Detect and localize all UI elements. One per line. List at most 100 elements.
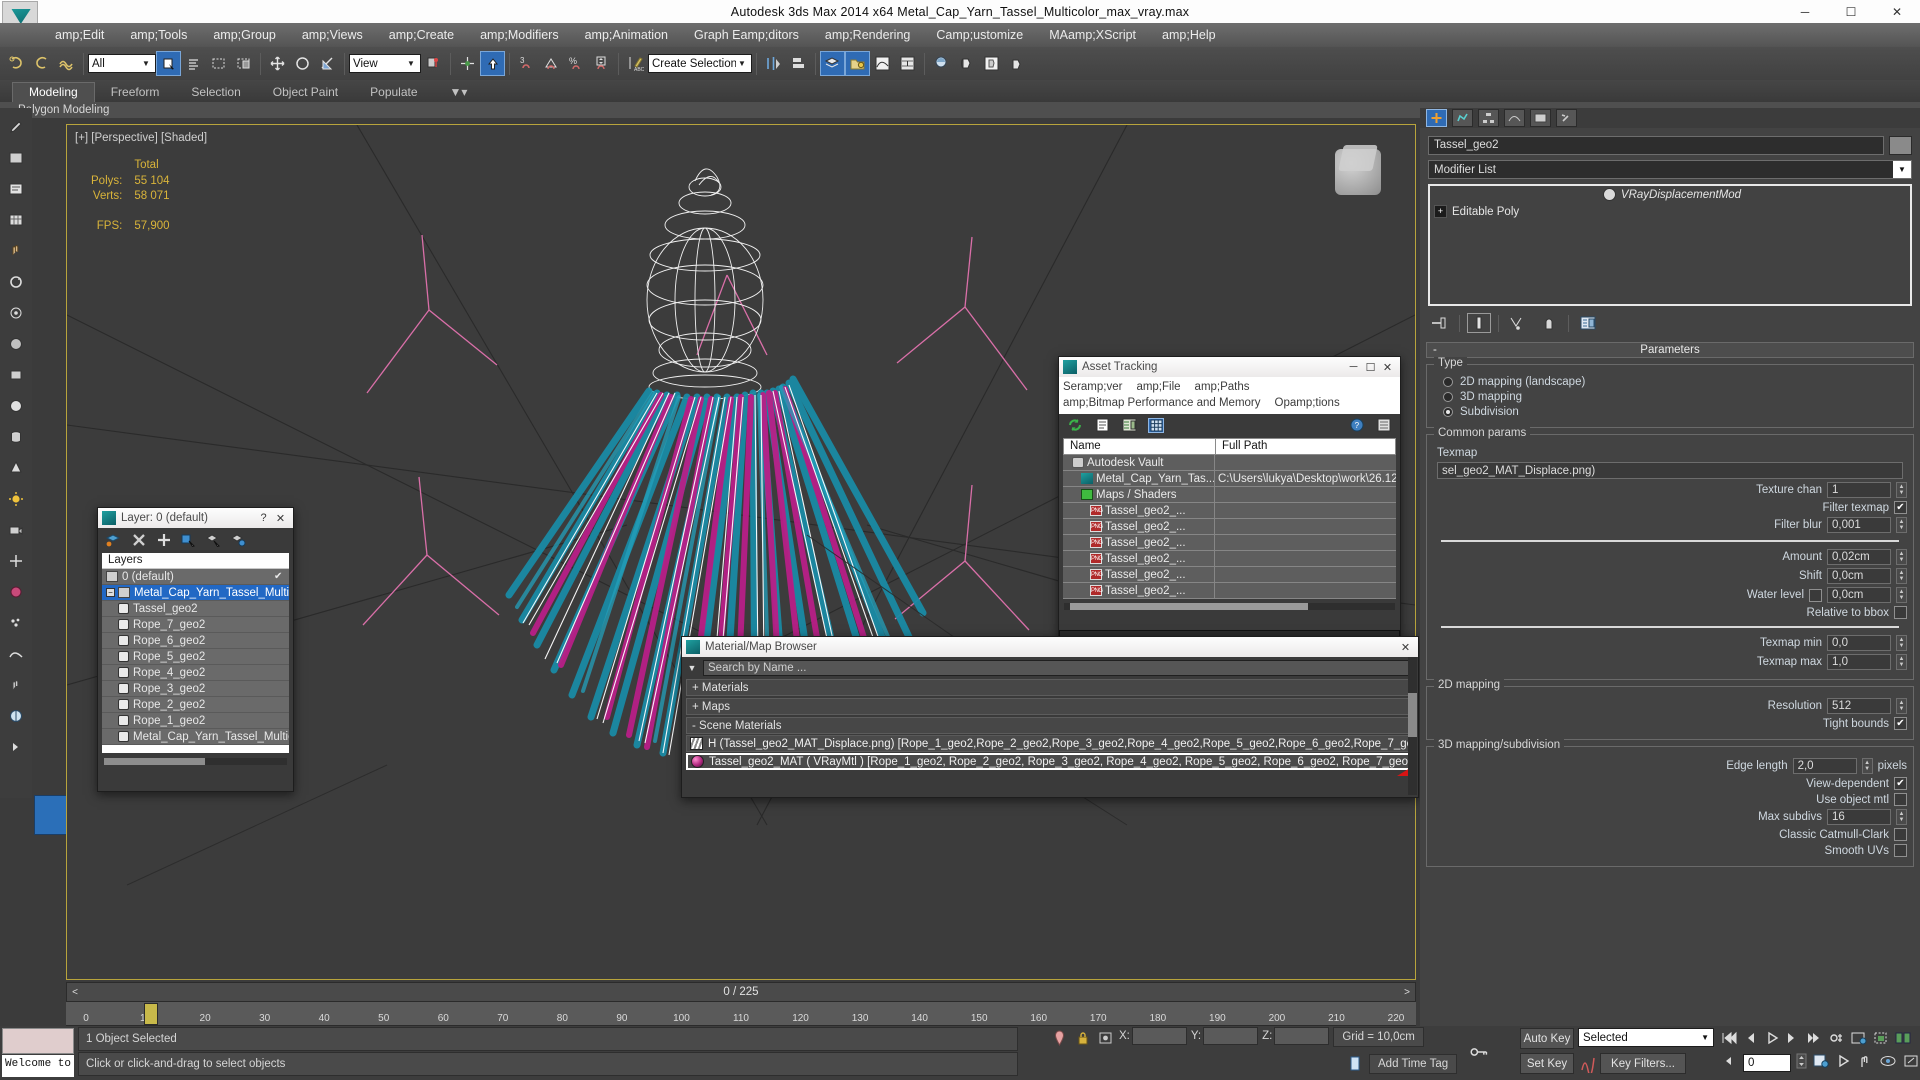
tool-rotate-icon[interactable] bbox=[3, 269, 29, 295]
modifier-stack-entry[interactable]: VRayDisplacementMod bbox=[1430, 186, 1910, 203]
material-editor-icon[interactable] bbox=[929, 51, 954, 76]
menu-item-2[interactable]: amp;Group bbox=[200, 25, 289, 45]
material-map-browser[interactable]: Material/Map Browser ✕ ▼ Search by Name … bbox=[681, 636, 1419, 798]
snaps-toggle-icon[interactable]: 3 bbox=[514, 51, 539, 76]
tool-compass-icon[interactable] bbox=[3, 703, 29, 729]
z-coordinate[interactable]: Z: bbox=[1262, 1027, 1330, 1045]
select-link-icon[interactable] bbox=[54, 51, 79, 76]
type-radio[interactable]: Subdivision bbox=[1443, 406, 1907, 418]
layer-row[interactable]: Rope_6_geo2 bbox=[102, 633, 289, 649]
key-mode-toggle-icon[interactable] bbox=[1828, 1030, 1846, 1049]
field-value[interactable]: 16 bbox=[1827, 809, 1891, 825]
material-group-materials[interactable]: + Materials bbox=[686, 679, 1414, 696]
x-value[interactable] bbox=[1131, 1027, 1187, 1045]
rectangular-selection-region-icon[interactable] bbox=[206, 51, 231, 76]
tool-sphere-icon[interactable] bbox=[3, 331, 29, 357]
tool-spacewarp-icon[interactable] bbox=[3, 641, 29, 667]
asset-row[interactable]: PNG Tassel_geo2_... bbox=[1063, 519, 1396, 535]
select-objects-in-layer-icon[interactable] bbox=[181, 533, 196, 548]
layer-active-check[interactable]: ✔ bbox=[274, 571, 285, 582]
spinner-icon[interactable]: ▲ ▼ bbox=[1896, 568, 1907, 584]
key-step-icon[interactable] bbox=[1720, 1053, 1738, 1072]
menu-item-4[interactable]: amp;Create bbox=[376, 25, 467, 45]
tab-hierarchy[interactable] bbox=[1478, 109, 1499, 127]
texmap-button[interactable]: sel_geo2_MAT_Displace.png) bbox=[1437, 462, 1903, 479]
checkbox[interactable] bbox=[1894, 777, 1907, 790]
mirror-icon[interactable] bbox=[761, 51, 786, 76]
checkbox[interactable] bbox=[1894, 717, 1907, 730]
tool-grid-icon[interactable] bbox=[3, 207, 29, 233]
maxscript-mini-listener-input[interactable]: Welcome to M bbox=[2, 1055, 74, 1077]
menu-item-5[interactable]: amp;Modifiers bbox=[467, 25, 572, 45]
spinner-icon[interactable]: ▲ ▼ bbox=[1896, 635, 1907, 651]
asset-menu-2[interactable]: amp;Paths bbox=[1195, 381, 1250, 393]
asset-menu-1[interactable]: amp;File bbox=[1136, 381, 1180, 393]
named-selection-set-combo[interactable]: Create Selection Se ▼ bbox=[648, 54, 752, 73]
asset-menu-0[interactable]: Seramp;ver bbox=[1063, 381, 1122, 393]
menu-item-9[interactable]: Camp;ustomize bbox=[923, 25, 1036, 45]
tab-utilities[interactable] bbox=[1556, 109, 1577, 127]
maximize-viewport-icon[interactable] bbox=[1902, 1053, 1920, 1072]
ribbon-tab-freeform[interactable]: Freeform bbox=[95, 83, 176, 102]
prev-frame-icon[interactable] bbox=[1742, 1030, 1760, 1049]
layer-row[interactable]: 0 (default) ✔ bbox=[102, 569, 289, 585]
field-value[interactable]: 0,001 bbox=[1827, 517, 1891, 533]
tool-frame-icon[interactable] bbox=[3, 145, 29, 171]
tab-create[interactable] bbox=[1426, 109, 1447, 127]
field-value[interactable]: 0,0cm bbox=[1827, 587, 1891, 603]
tool-chevron-icon[interactable] bbox=[3, 734, 29, 760]
viewport-label[interactable]: [+] [Perspective] [Shaded] bbox=[75, 132, 207, 144]
select-by-name-icon[interactable] bbox=[181, 51, 206, 76]
layer-row[interactable]: Rope_2_geo2 bbox=[102, 697, 289, 713]
menu-item-7[interactable]: Graph Eamp;ditors bbox=[681, 25, 812, 45]
y-value[interactable] bbox=[1203, 1027, 1259, 1045]
y-coordinate[interactable]: Y: bbox=[1191, 1027, 1259, 1045]
redo-icon[interactable] bbox=[29, 51, 54, 76]
tool-cylinder-icon[interactable] bbox=[3, 424, 29, 450]
select-and-manipulate-icon[interactable] bbox=[480, 51, 505, 76]
object-color-swatch[interactable] bbox=[1889, 136, 1912, 155]
asset-maximize-button[interactable]: ☐ bbox=[1362, 361, 1379, 374]
schematic-view-icon[interactable] bbox=[895, 51, 920, 76]
prev-frame-button[interactable]: < bbox=[67, 987, 83, 998]
ribbon-tab-populate[interactable]: Populate bbox=[354, 83, 433, 102]
layer-expander[interactable]: − bbox=[106, 588, 115, 597]
checkbox[interactable] bbox=[1894, 844, 1907, 857]
viewcube[interactable] bbox=[1327, 141, 1391, 205]
menu-item-11[interactable]: amp;Help bbox=[1149, 25, 1229, 45]
asset-table[interactable]: Name Full Path Autodesk Vault Metal_Cap_… bbox=[1063, 438, 1396, 599]
play-icon[interactable] bbox=[1764, 1030, 1780, 1049]
pin-stack-icon[interactable] bbox=[1428, 313, 1452, 333]
show-end-result-icon[interactable] bbox=[1467, 313, 1491, 333]
select-object-icon[interactable] bbox=[156, 51, 181, 76]
goto-start-icon[interactable] bbox=[1720, 1030, 1738, 1049]
asset-minimize-button[interactable]: ─ bbox=[1345, 361, 1362, 373]
field-value[interactable]: 0,0 bbox=[1827, 635, 1891, 651]
modifier-list-combo[interactable]: Modifier List ▼ bbox=[1428, 160, 1912, 179]
maxscript-mini-listener-output[interactable] bbox=[2, 1028, 74, 1054]
field-value[interactable]: 1 bbox=[1827, 482, 1891, 498]
asset-row[interactable]: PNG Tassel_geo2_... bbox=[1063, 535, 1396, 551]
undo-icon[interactable] bbox=[4, 51, 29, 76]
absolute-relative-toggle-icon[interactable] bbox=[1096, 1027, 1115, 1049]
percent-snap-toggle-icon[interactable]: % bbox=[564, 51, 589, 76]
spinner-icon[interactable]: ▲ ▼ bbox=[1896, 698, 1907, 714]
material-group-scene-materials[interactable]: - Scene Materials bbox=[686, 717, 1414, 734]
highlight-selected-objects-icon[interactable] bbox=[206, 533, 221, 548]
plus-icon[interactable]: + bbox=[1434, 205, 1447, 218]
select-and-rotate-icon[interactable] bbox=[290, 51, 315, 76]
asset-row[interactable]: PNG Tassel_geo2_... bbox=[1063, 503, 1396, 519]
pan-play-icon[interactable] bbox=[1835, 1053, 1851, 1072]
parameters-rollout-header[interactable]: - Parameters bbox=[1426, 342, 1914, 358]
asset-row[interactable]: PNG Tassel_geo2_... bbox=[1063, 567, 1396, 583]
checkbox[interactable] bbox=[1894, 793, 1907, 806]
menu-item-10[interactable]: MAamp;XScript bbox=[1036, 25, 1149, 45]
material-item[interactable]: H (Tassel_geo2_MAT_Displace.png) [Rope_1… bbox=[686, 735, 1414, 752]
spinner-icon[interactable]: ▲ ▼ bbox=[1896, 517, 1907, 533]
checkbox[interactable] bbox=[1894, 501, 1907, 514]
options-icon[interactable] bbox=[1376, 418, 1392, 433]
render-setup-icon[interactable] bbox=[954, 51, 979, 76]
type-radio[interactable]: 2D mapping (landscape) bbox=[1443, 376, 1907, 388]
maximize-button[interactable]: ☐ bbox=[1828, 0, 1874, 23]
layer-horizontal-scrollbar[interactable] bbox=[104, 758, 287, 765]
